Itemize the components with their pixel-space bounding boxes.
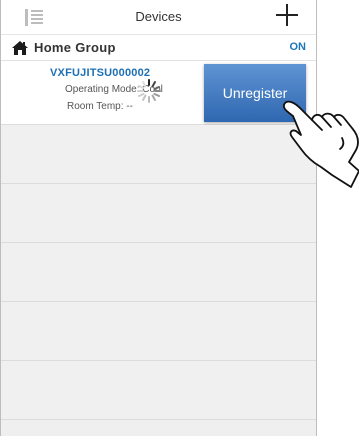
- group-status[interactable]: ON: [290, 41, 307, 53]
- page-title: Devices: [135, 9, 182, 24]
- app-screen: Devices Home Group ON VXFUJITSU000002 Op…: [0, 0, 359, 436]
- temp-value: --: [126, 101, 133, 112]
- temp-label: Room Temp:: [67, 101, 124, 112]
- spinner-icon: [137, 79, 161, 103]
- top-bar: Devices: [1, 0, 316, 35]
- empty-row: [1, 125, 316, 184]
- home-icon: [12, 41, 28, 55]
- device-list-empty-area: [1, 125, 316, 420]
- empty-row: [1, 184, 316, 243]
- group-name: Home Group: [34, 40, 116, 55]
- empty-row: [1, 302, 316, 361]
- plus-vertical: [286, 4, 288, 26]
- device-screen: Devices Home Group ON VXFUJITSU000002 Op…: [0, 0, 317, 436]
- plus-icon[interactable]: [276, 4, 298, 26]
- empty-row: [1, 243, 316, 302]
- room-temp-line: Room Temp: --: [67, 101, 133, 112]
- mode-label: Operating Mode:: [65, 84, 140, 95]
- group-header[interactable]: Home Group ON: [1, 35, 316, 61]
- empty-row: [1, 361, 316, 420]
- pointing-hand-icon: [282, 100, 359, 188]
